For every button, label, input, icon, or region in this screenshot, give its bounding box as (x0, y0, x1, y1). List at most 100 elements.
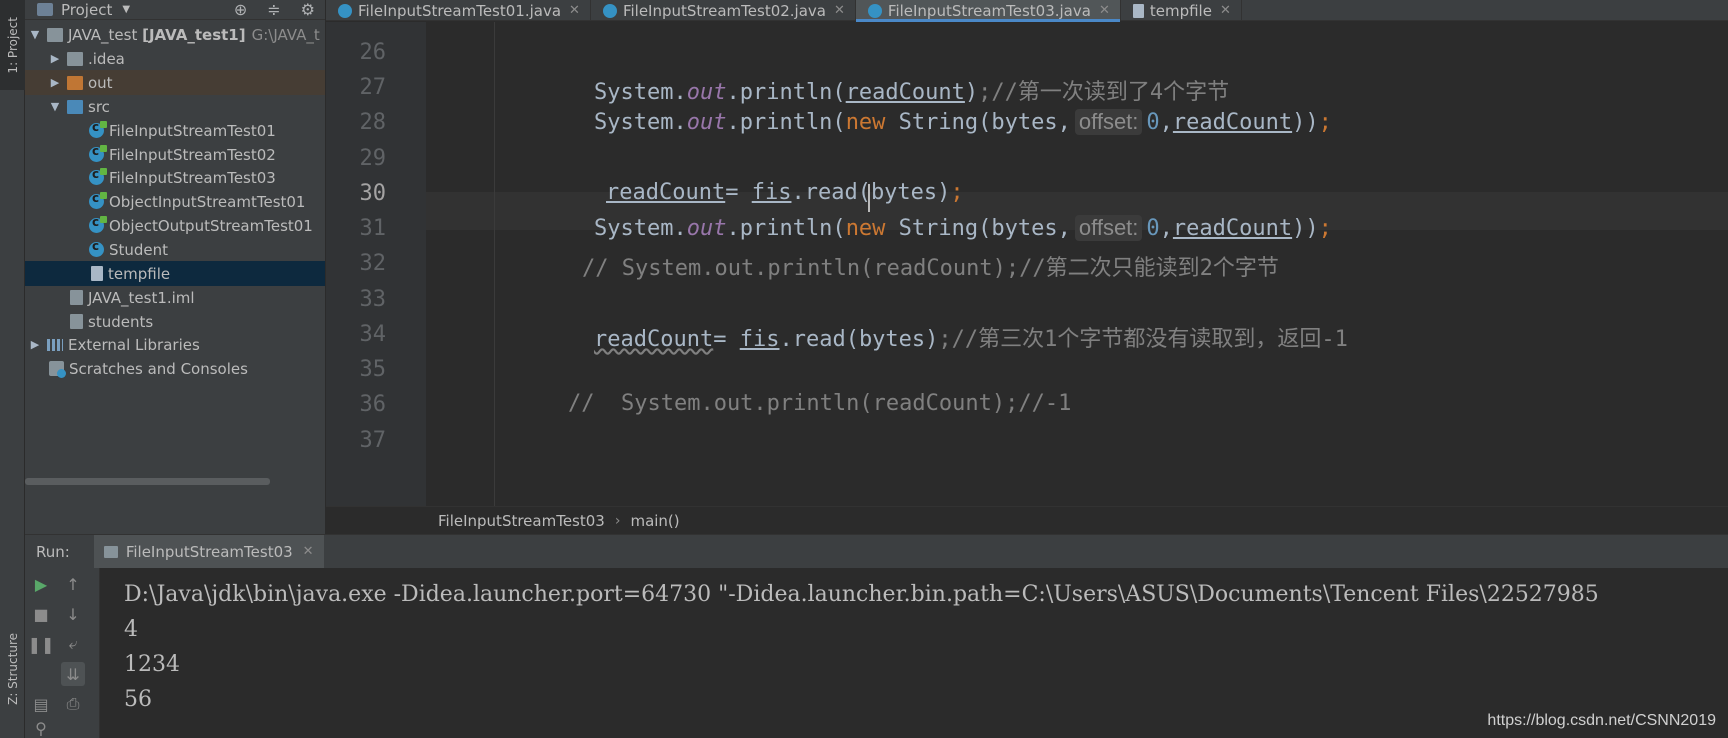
project-view-selector[interactable]: Project (61, 1, 112, 19)
pause-icon[interactable]: ❚❚ (28, 632, 55, 656)
file-icon (70, 314, 83, 329)
project-tool-tab[interactable]: 1: Project (0, 0, 25, 90)
close-icon[interactable]: ✕ (303, 544, 314, 559)
project-panel-header: Project ▼ ⊕ ≑ ⚙ (25, 0, 325, 20)
soft-wrap-icon[interactable]: ⤶ (61, 632, 85, 656)
tree-item-project-root[interactable]: ▼ JAVA_test [JAVA_test1] G:\JAVA_t (25, 22, 325, 47)
line-number: 34 (359, 322, 387, 347)
java-class-icon (89, 239, 104, 257)
folder-icon (67, 99, 83, 114)
breadcrumb-class[interactable]: FileInputStreamTest03 (438, 512, 605, 530)
scroll-to-end-icon[interactable]: ⇊ (61, 662, 85, 686)
line-number: 29 (359, 146, 387, 171)
tree-item-out[interactable]: ▶ out (25, 70, 325, 95)
close-icon[interactable]: ✕ (1099, 3, 1110, 18)
folder-icon (67, 51, 83, 66)
java-class-icon (89, 167, 107, 185)
project-view-icon (37, 3, 53, 16)
code-line-27: System.out.println(readCount);//第一次读到了4个… (594, 80, 1230, 105)
tree-item-class[interactable]: FileInputStreamTest01 (25, 118, 325, 143)
locate-icon[interactable]: ⊕ (234, 0, 247, 19)
line-number: 36 (359, 392, 387, 417)
line-number: 32 (359, 251, 387, 276)
line-number: 27 (359, 75, 387, 100)
console-icon (103, 545, 118, 558)
code-line-30: readCount= fis.read(bytes); (606, 180, 964, 205)
tree-item-idea[interactable]: ▶ .idea (25, 46, 325, 71)
chevron-down-icon[interactable]: ▼ (122, 4, 130, 15)
java-class-icon (89, 144, 107, 162)
code-line-36: // System.out.println(readCount);//-1 (568, 391, 1072, 416)
arrow-down-icon[interactable]: ↓ (61, 602, 85, 626)
console-line: 1234 (124, 652, 180, 677)
collapsed-arrow-icon[interactable]: ▶ (49, 52, 61, 65)
print-icon[interactable]: ⎙ (61, 692, 85, 716)
code-editor[interactable]: System.out.println(readCount);//第一次读到了4个… (426, 22, 1728, 506)
line-number: 37 (359, 428, 387, 453)
rerun-icon[interactable]: ▶ (29, 572, 53, 596)
run-tab[interactable]: FileInputStreamTest03 ✕ (93, 534, 324, 569)
stop-icon[interactable]: ■ (29, 602, 53, 626)
java-class-icon (338, 3, 352, 18)
tree-item-class[interactable]: ObjectInputStreamtTest01 (25, 189, 325, 214)
console-line: D:\Java\jdk\bin\java.exe -Didea.launcher… (124, 582, 1599, 607)
text-file-icon (1132, 3, 1144, 18)
collapse-all-icon[interactable]: ≑ (267, 0, 280, 19)
arrow-up-icon[interactable]: ↑ (61, 572, 85, 596)
tab-fileinputstreamtest03[interactable]: FileInputStreamTest03.java ✕ (855, 0, 1121, 22)
console-line: 4 (124, 617, 138, 642)
tree-item-students[interactable]: students (25, 309, 325, 334)
breadcrumb-method[interactable]: main() (630, 512, 679, 530)
library-icon (47, 338, 63, 351)
tree-item-tempfile[interactable]: tempfile (25, 261, 325, 286)
line-number: 28 (359, 110, 387, 135)
close-icon[interactable]: ✕ (1220, 3, 1231, 18)
parameter-hint: offset: (1074, 109, 1143, 135)
line-number: 26 (359, 40, 387, 65)
collapsed-arrow-icon[interactable]: ▶ (49, 76, 61, 89)
close-icon[interactable]: ✕ (834, 3, 845, 18)
java-class-icon (89, 215, 107, 233)
editor-tabs: FileInputStreamTest01.java ✕ FileInputSt… (326, 0, 1728, 22)
folder-icon (67, 75, 83, 90)
project-panel: Project ▼ ⊕ ≑ ⚙ ▼ JAVA_test [JAVA_test1]… (25, 0, 325, 534)
java-class-icon (89, 120, 107, 138)
iml-file-icon (70, 290, 83, 305)
tree-item-class[interactable]: FileInputStreamTest03 (25, 165, 325, 190)
pin-icon[interactable]: ⚲ (29, 716, 53, 738)
console-line: 56 (124, 687, 152, 712)
text-caret (868, 184, 870, 212)
tree-item-class[interactable]: FileInputStreamTest02 (25, 142, 325, 167)
run-label: Run: (36, 542, 70, 561)
layout-icon[interactable]: ▤ (29, 692, 53, 716)
tree-item-src[interactable]: ▼ src (25, 94, 325, 119)
tree-item-external-libraries[interactable]: ▶ External Libraries (25, 332, 325, 357)
collapsed-arrow-icon[interactable]: ▶ (29, 338, 41, 351)
line-number-gutter: 26 27 28 29 30 31 32 33 34 35 36 37 (326, 22, 426, 506)
tree-item-iml[interactable]: JAVA_test1.iml (25, 285, 325, 310)
tree-item-class[interactable]: Student (25, 237, 325, 262)
expanded-arrow-icon[interactable]: ▼ (29, 28, 41, 41)
indent-guide (494, 22, 495, 506)
line-number: 35 (359, 357, 387, 382)
structure-tool-tab[interactable]: Z: Structure (0, 600, 25, 738)
close-icon[interactable]: ✕ (569, 3, 580, 18)
module-folder-icon (47, 27, 63, 42)
code-line-31: System.out.println(new String(bytes, offs… (594, 215, 1332, 241)
breadcrumb: FileInputStreamTest03 › main() (326, 506, 1728, 534)
tab-fileinputstreamtest02[interactable]: FileInputStreamTest02.java ✕ (591, 0, 856, 21)
project-horizontal-scrollbar[interactable] (25, 478, 270, 485)
console-output[interactable]: D:\Java\jdk\bin\java.exe -Didea.launcher… (100, 568, 1728, 738)
java-class-icon (89, 191, 107, 209)
expanded-arrow-icon[interactable]: ▼ (49, 100, 61, 113)
code-line-32: // System.out.println(readCount);//第二次只能… (582, 256, 1279, 281)
tree-item-scratches[interactable]: Scratches and Consoles (25, 356, 325, 381)
tree-item-class[interactable]: ObjectOutputStreamTest01 (25, 213, 325, 238)
code-line-34: readCount= fis.read(bytes);//第三次1个字节都没有读… (594, 327, 1348, 352)
gear-icon[interactable]: ⚙ (301, 0, 315, 19)
java-class-icon (602, 3, 617, 18)
line-number: 31 (359, 216, 387, 241)
tab-fileinputstreamtest01[interactable]: FileInputStreamTest01.java ✕ (326, 0, 591, 21)
parameter-hint: offset: (1074, 215, 1143, 241)
tab-tempfile[interactable]: tempfile ✕ (1121, 0, 1242, 21)
